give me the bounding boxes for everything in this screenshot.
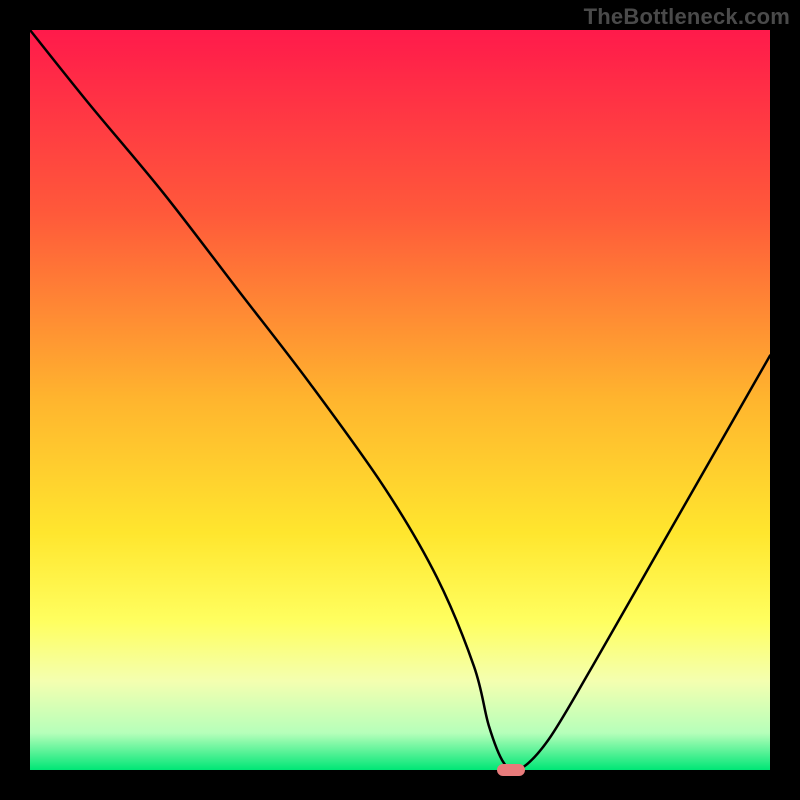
bottleneck-chart	[0, 0, 800, 800]
optimal-marker	[497, 764, 525, 776]
plot-background	[30, 30, 770, 770]
chart-container: TheBottleneck.com	[0, 0, 800, 800]
